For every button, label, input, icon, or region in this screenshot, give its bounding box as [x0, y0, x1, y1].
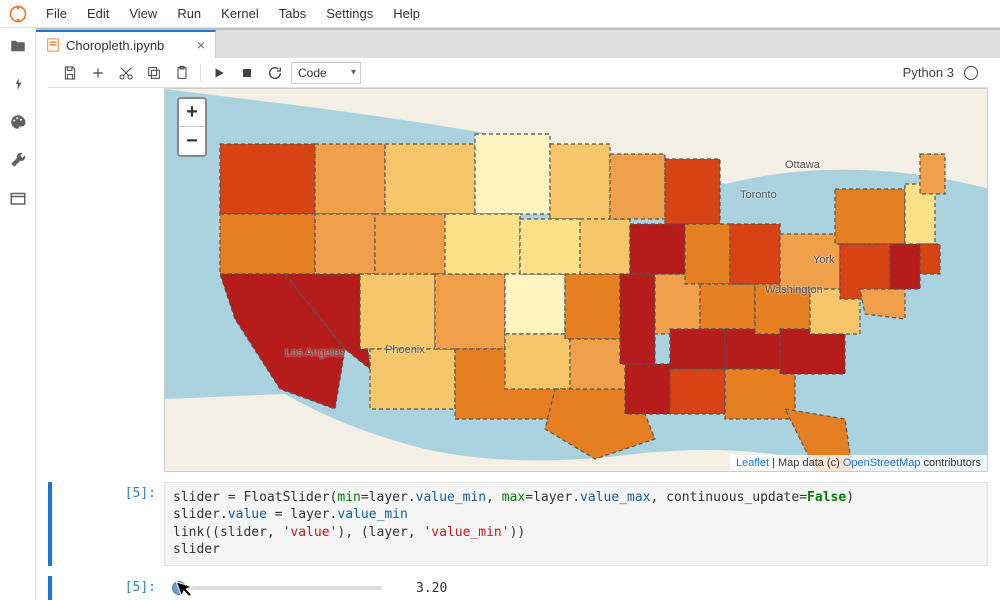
menu-settings[interactable]: Settings	[316, 2, 383, 25]
add-cell-button[interactable]	[86, 61, 110, 85]
menu-file[interactable]: File	[36, 2, 77, 25]
slider-thumb[interactable]	[172, 581, 186, 595]
kernel-name: Python 3	[903, 65, 954, 80]
tab-title: Choropleth.ipynb	[66, 38, 164, 53]
output-cell-5: [5]: 3.20	[48, 576, 988, 600]
menu-run[interactable]: Run	[167, 2, 211, 25]
osm-link[interactable]: OpenStreetMap	[843, 457, 921, 469]
save-button[interactable]	[58, 61, 82, 85]
palette-icon[interactable]	[8, 112, 28, 132]
out-prompt: [5]:	[54, 576, 164, 600]
stop-button[interactable]	[235, 61, 259, 85]
choropleth-map	[165, 89, 988, 472]
restart-button[interactable]	[263, 61, 287, 85]
running-icon[interactable]	[8, 74, 28, 94]
cell-gutter	[48, 576, 52, 600]
cut-button[interactable]	[114, 61, 138, 85]
float-slider[interactable]	[172, 586, 382, 590]
cell-gutter	[48, 482, 52, 566]
menu-tabs[interactable]: Tabs	[269, 2, 316, 25]
zoom-out-button[interactable]: −	[179, 127, 205, 155]
notebook-icon	[46, 38, 60, 52]
wrench-icon[interactable]	[8, 150, 28, 170]
leaflet-link[interactable]: Leaflet	[736, 457, 769, 469]
tabs-icon[interactable]	[8, 188, 28, 208]
map-output[interactable]: + −	[164, 88, 988, 472]
in-prompt: [5]:	[54, 482, 164, 566]
map-attribution: Leaflet | Map data (c) OpenStreetMap con…	[730, 455, 987, 471]
menu-view[interactable]: View	[119, 2, 167, 25]
slider-value: 3.20	[416, 581, 447, 596]
tab-choropleth[interactable]: Choropleth.ipynb ×	[36, 30, 216, 58]
folder-icon[interactable]	[8, 36, 28, 56]
jupyter-logo-icon	[8, 4, 28, 24]
tab-bar: Choropleth.ipynb ×	[36, 28, 1000, 58]
notebook-toolbar: Code Python 3	[48, 58, 988, 88]
kernel-indicator-icon[interactable]	[964, 66, 978, 80]
run-button[interactable]	[207, 61, 231, 85]
menu-help[interactable]: Help	[383, 2, 430, 25]
copy-button[interactable]	[142, 61, 166, 85]
celltype-select[interactable]: Code	[291, 62, 361, 84]
menu-kernel[interactable]: Kernel	[211, 2, 269, 25]
paste-button[interactable]	[170, 61, 194, 85]
menubar: File Edit View Run Kernel Tabs Settings …	[0, 0, 1000, 28]
menu-edit[interactable]: Edit	[77, 2, 119, 25]
divider	[200, 64, 201, 82]
code-cell-5[interactable]: [5]: slider = FloatSlider(min=layer.valu…	[48, 482, 988, 566]
left-sidebar	[0, 28, 36, 600]
notebook-area: + −	[36, 88, 1000, 600]
zoom-control: + −	[177, 97, 207, 157]
close-icon[interactable]: ×	[197, 37, 205, 53]
zoom-in-button[interactable]: +	[179, 99, 205, 127]
code-editor[interactable]: slider = FloatSlider(min=layer.value_min…	[164, 482, 988, 566]
